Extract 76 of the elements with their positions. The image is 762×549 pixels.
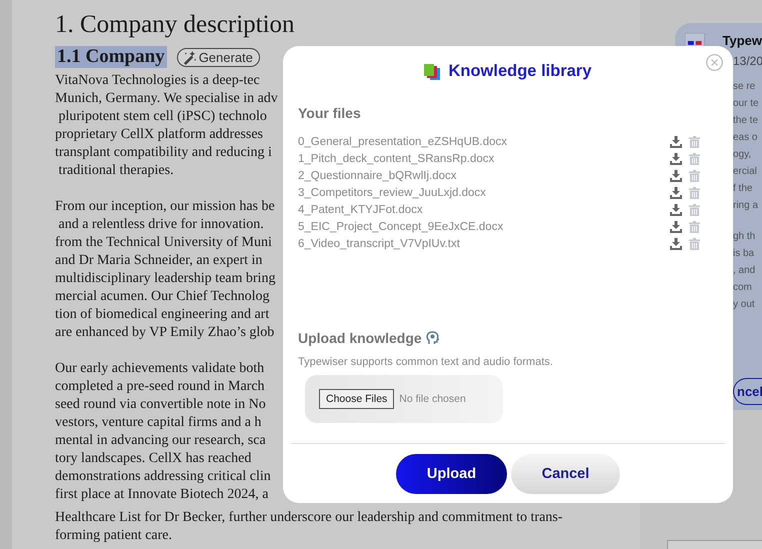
text-line: and Dr Maria Schneider, an expert in — [55, 252, 262, 270]
upload-button[interactable]: Upload — [396, 454, 507, 494]
cancel-button[interactable]: Cancel — [511, 454, 620, 494]
text-line: se re — [733, 80, 756, 94]
text-line: our te — [733, 97, 759, 111]
section-heading: Upload knowledge — [298, 330, 422, 346]
generate-button[interactable]: Generate — [176, 48, 260, 66]
trash-icon[interactable] — [689, 220, 700, 232]
file-name: 6_Video_transcript_V7VpIUv.txt — [298, 238, 461, 250]
trash-icon[interactable] — [689, 186, 700, 198]
text-line: VitaNova Technologies is a deep-tec — [55, 72, 260, 90]
text-line: f the — [733, 182, 752, 196]
text-line: demonstrations addressing critical clin — [55, 468, 271, 486]
trash-icon[interactable] — [689, 152, 700, 164]
dialog-title: Knowledge library — [448, 62, 592, 81]
text-line: , and — [733, 264, 756, 278]
close-icon[interactable] — [706, 54, 723, 71]
download-icon[interactable] — [670, 238, 682, 250]
section-heading: Your files — [298, 105, 362, 121]
cancel-button[interactable]: ncel — [733, 378, 762, 405]
head-icon — [426, 331, 439, 345]
text-line: Healthcare List for Dr Becker, further underscore our leadership and commitment to trans- — [55, 509, 563, 527]
text-line: and a relentless drive for innovation. — [58, 216, 264, 234]
text-line: the te — [733, 114, 758, 128]
text-line: transplant compatibility and reducing i — [55, 144, 272, 162]
text-line: tory landscapes. CellX has reached — [55, 450, 252, 468]
file-status: No file chosen — [399, 393, 466, 405]
text-line: pluripotent stem cell (iPSC) technolo — [58, 108, 267, 126]
download-icon[interactable] — [670, 220, 682, 232]
file-name: 1_Pitch_deck_content_SRansRp.docx — [298, 152, 496, 164]
file-name: 2_Questionnaire_bQRwlIj.docx — [298, 170, 458, 182]
trash-icon[interactable] — [689, 238, 700, 250]
text-line: mercial acumen. Our Chief Technolog — [55, 288, 270, 306]
text-line: first place at Innovate Biotech 2024, a — [55, 486, 268, 504]
choose-files-button[interactable]: Choose Files — [319, 389, 394, 409]
download-icon[interactable] — [670, 136, 682, 148]
trash-icon[interactable] — [689, 204, 700, 216]
file-drop-zone[interactable]: Choose Files No file chosen — [305, 375, 503, 423]
text-line: seed round via convertible note in No — [55, 396, 266, 414]
text-line: ogy, — [733, 148, 752, 162]
download-icon[interactable] — [670, 170, 682, 182]
text-line: are enhanced by VP Emily Zhao’s glob — [55, 324, 274, 342]
card-title: Typew — [722, 33, 762, 48]
magic-wand-icon — [182, 50, 197, 64]
books-icon — [424, 64, 442, 80]
text-line: vestors, venture capital firms and a h — [55, 414, 262, 432]
upload-hint: Typewiser supports common text and audio formats. — [298, 356, 554, 368]
text-line: Munich, Germany. We specialise in adv — [55, 90, 278, 108]
text-line: Our early achievements validate both — [55, 360, 264, 378]
text-line: ercial — [733, 165, 757, 179]
download-icon[interactable] — [670, 204, 682, 216]
text-line: multidisciplinary leadership team bring — [55, 270, 276, 288]
download-icon[interactable] — [670, 152, 682, 164]
text-line: eas o — [733, 131, 758, 145]
section-heading: 1.1 Company — [55, 46, 167, 68]
text-line: traditional therapies. — [58, 162, 174, 180]
text-line: com — [733, 281, 752, 295]
text-line: is ba — [733, 247, 754, 261]
download-icon[interactable] — [670, 186, 682, 198]
file-name: 5_EIC_Project_Concept_9EeJxCE.docx — [298, 220, 504, 232]
file-name: 0_General_presentation_eZSHqUB.docx — [298, 136, 508, 148]
text-line: completed a pre-seed round in March — [55, 378, 265, 396]
text-line: from the Technical University of Muni — [55, 234, 272, 252]
text-line: From our inception, our mission has be — [55, 198, 275, 216]
text-line: ring a — [733, 199, 758, 213]
file-name: 3_Competitors_review_JuuLxjd.docx — [298, 186, 487, 198]
document-title: 1. Company description — [55, 10, 296, 40]
text-line: y out — [733, 298, 755, 312]
trash-icon[interactable] — [689, 170, 700, 182]
text-line: mental in advancing our research, sca — [55, 432, 266, 450]
text-line: gh th — [733, 230, 756, 244]
trash-icon[interactable] — [689, 136, 700, 148]
text-line: tion of biomedical engineering and art — [55, 306, 270, 324]
file-name: 4_Patent_KTYJFot.docx — [298, 204, 424, 216]
text-line: forming patient care. — [55, 527, 172, 545]
text-line: proprietary CellX platform addresses — [55, 126, 263, 144]
